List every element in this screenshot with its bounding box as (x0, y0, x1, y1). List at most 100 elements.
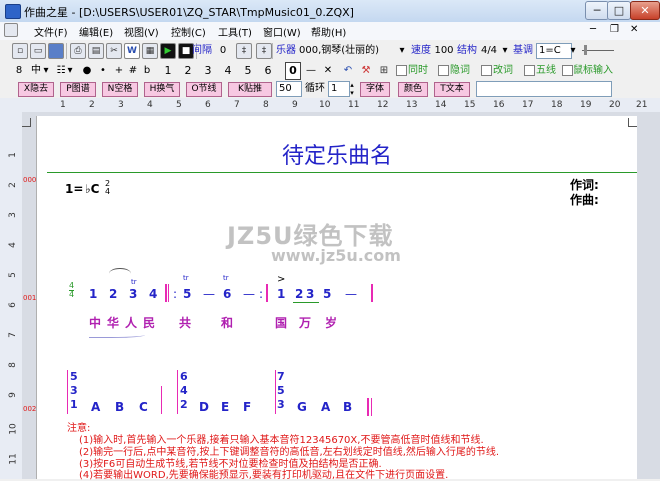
spacing-decrease-icon[interactable]: ‡ (236, 43, 252, 59)
mouse-input-checkbox[interactable] (562, 65, 573, 76)
open-folder-icon[interactable]: ▭ (30, 43, 46, 59)
small-dot-icon[interactable]: • (98, 63, 108, 79)
note[interactable]: 5 (323, 287, 331, 301)
slider-handle[interactable] (584, 45, 587, 55)
note[interactable]: — (203, 287, 215, 301)
digit-5-button[interactable]: 5 (243, 63, 253, 79)
cross-button[interactable]: ✕ (322, 63, 334, 79)
chord-letter[interactable]: B (115, 400, 124, 414)
word-icon[interactable]: W (124, 43, 140, 59)
new-file-icon[interactable]: ▫ (12, 43, 28, 59)
font-button[interactable]: 字体 (360, 82, 390, 97)
note[interactable]: 3 (129, 287, 137, 301)
lyric[interactable]: 岁 (325, 314, 337, 331)
sharp-button[interactable]: # (128, 63, 138, 79)
chord-stack[interactable]: 5 3 1 (70, 370, 78, 412)
note[interactable]: 2 (109, 287, 117, 301)
lyric[interactable]: 国 (275, 314, 287, 331)
menu-view[interactable]: 视图(V) (124, 24, 159, 39)
note[interactable]: 5 (183, 287, 191, 301)
note[interactable]: 1 (277, 287, 285, 301)
score-page[interactable]: 待定乐曲名 000 1= ♭C 2 4 作词: 作曲: JZ5U绿色下载 www… (23, 116, 637, 481)
lyric[interactable]: 中 (89, 314, 101, 331)
chord-letter[interactable]: E (221, 400, 229, 414)
number-input[interactable]: 50 (276, 81, 302, 97)
dot-icon[interactable]: ● (82, 63, 92, 79)
note[interactable]: 6 (223, 287, 231, 301)
lyric[interactable]: 共 (179, 314, 191, 331)
flat-button[interactable]: b (142, 63, 152, 79)
hide-lyrics-checkbox[interactable] (438, 65, 449, 76)
chart-icon[interactable]: ▦ (142, 43, 158, 59)
text-button[interactable]: T文本 (434, 82, 470, 97)
digit-0-button[interactable]: 0 (285, 62, 301, 80)
chevron-down-icon[interactable]: ▾ (397, 43, 407, 59)
note[interactable]: 2 (295, 287, 303, 301)
score-button[interactable]: P图谱 (60, 82, 96, 97)
sync-checkbox[interactable] (396, 65, 407, 76)
chord-letter[interactable]: B (343, 400, 352, 414)
chord-letter[interactable]: A (321, 400, 330, 414)
digit-1-button[interactable]: 1 (163, 63, 173, 79)
print-icon[interactable]: ⎙ (70, 43, 86, 59)
speed-value[interactable]: 100 (434, 43, 454, 59)
menu-edit[interactable]: 编辑(E) (79, 24, 113, 39)
lyric[interactable]: 和 (221, 314, 233, 331)
staff-checkbox[interactable] (524, 65, 535, 76)
play-icon[interactable]: ▶ (160, 43, 176, 59)
loop-input[interactable]: 1 (328, 81, 350, 97)
digit-3-button[interactable]: 3 (203, 63, 213, 79)
note[interactable]: — (243, 287, 255, 301)
chord-letter[interactable]: D (199, 400, 209, 414)
minimize-button[interactable]: ─ (585, 1, 609, 20)
chevron-down-icon[interactable]: ▾ (42, 63, 50, 79)
chord-letter[interactable]: G (297, 400, 307, 414)
cut-icon[interactable]: ✂ (106, 43, 122, 59)
meter-value[interactable]: 4/4 (480, 43, 498, 59)
spacing-increase-icon[interactable]: ‡ (256, 43, 272, 59)
maximize-button[interactable]: □ (607, 1, 631, 20)
menu-control[interactable]: 控制(C) (171, 24, 206, 39)
chord-letter[interactable]: A (91, 400, 100, 414)
note[interactable]: 1 (89, 287, 97, 301)
lyric[interactable]: 民 (143, 314, 155, 331)
space-button[interactable]: N空格 (102, 82, 138, 97)
hide-button[interactable]: X隐去 (18, 82, 54, 97)
chord-stack[interactable]: 6 4 2 (180, 370, 188, 412)
digit-6-button[interactable]: 6 (263, 63, 273, 79)
chevron-down-icon[interactable]: ▾ (568, 43, 578, 59)
save-icon[interactable] (48, 43, 64, 59)
preview-icon[interactable]: ▤ (88, 43, 104, 59)
chevron-down-icon[interactable]: ▾ (66, 63, 74, 79)
list-icon[interactable]: ☷ (56, 63, 66, 79)
arrange-icon[interactable]: ⊞ (378, 63, 390, 79)
paste-push-button[interactable]: K贴推 (228, 82, 272, 97)
chord-stack[interactable]: 7 5 3 (277, 370, 285, 412)
undo-icon[interactable]: ↶ (342, 63, 354, 79)
digit-4-button[interactable]: 4 (223, 63, 233, 79)
size-value[interactable]: 8 (14, 63, 24, 79)
menu-window[interactable]: 窗口(W) (263, 24, 301, 39)
plus-icon[interactable]: + (114, 63, 124, 79)
menu-file[interactable]: 文件(F) (34, 24, 68, 39)
mdi-close-button[interactable]: ✕ (630, 24, 638, 35)
lyric[interactable]: 万 (299, 314, 311, 331)
barline-button[interactable]: O节线 (186, 82, 222, 97)
dash-button[interactable]: — (304, 63, 318, 79)
lyric[interactable]: 人 (125, 314, 137, 331)
lyric[interactable]: 华 (107, 314, 119, 331)
chord-letter[interactable]: F (243, 400, 251, 414)
note[interactable]: — (345, 287, 357, 301)
note[interactable]: 4 (149, 287, 157, 301)
text-input[interactable] (476, 81, 612, 97)
chord-letter[interactable]: C (139, 400, 148, 414)
edit-lyrics-checkbox[interactable] (481, 65, 492, 76)
menu-help[interactable]: 帮助(H) (311, 24, 346, 39)
breath-button[interactable]: H换气 (144, 82, 180, 97)
mid-select[interactable]: 中 (30, 63, 42, 79)
menu-tools[interactable]: 工具(T) (218, 24, 252, 39)
chevron-down-icon[interactable]: ▾ (500, 43, 510, 59)
note[interactable]: 3 (306, 287, 314, 301)
mdi-restore-button[interactable]: ❐ (610, 24, 619, 35)
spinner-icon[interactable]: ▴ ▾ (348, 81, 356, 97)
